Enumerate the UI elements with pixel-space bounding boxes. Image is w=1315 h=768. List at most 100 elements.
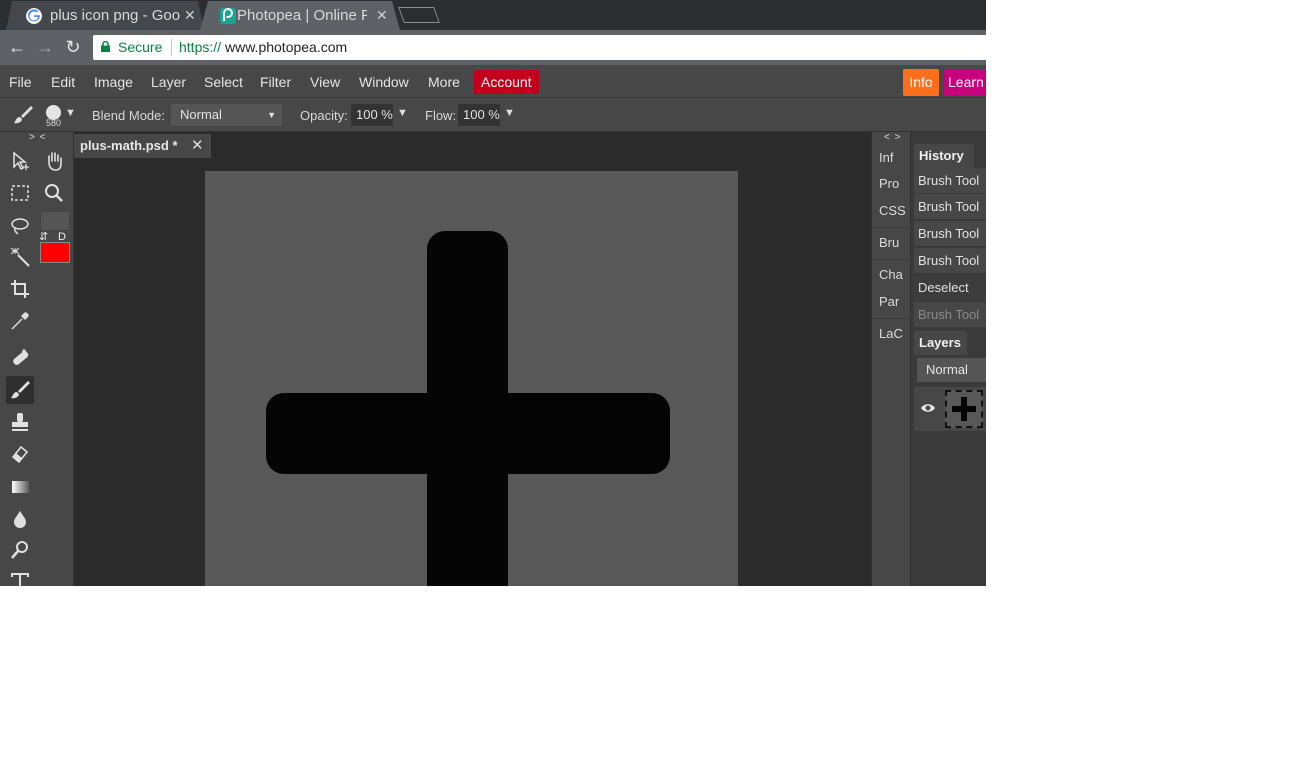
lock-icon [101,41,110,52]
secure-label: Secure [118,39,163,55]
menu-more[interactable]: More [428,74,460,90]
close-icon[interactable]: ✕ [376,7,388,24]
panel-brush-button[interactable]: Bru [879,235,899,250]
screen: plus icon png - Goo ✕ Photopea | Online … [0,0,986,586]
history-item[interactable]: Brush Tool [914,221,986,247]
history-item[interactable]: Brush Tool [914,194,986,220]
menu-window[interactable]: Window [359,74,409,90]
menu-select[interactable]: Select [204,74,243,90]
crop-tool-icon[interactable] [6,275,34,303]
layers-tab[interactable]: Layers [914,331,967,355]
lasso-tool-icon[interactable] [6,212,34,240]
url-host: www.photopea.com [225,39,348,55]
divider [171,39,172,56]
menubar: File Edit Image Layer Select Filter View… [0,65,986,98]
zoom-tool-icon[interactable] [40,179,68,207]
panel-properties-button[interactable]: Pro [879,176,899,191]
history-item[interactable]: Brush Tool [914,168,986,194]
layer-blend-mode-select[interactable]: Normal [917,358,986,382]
healing-tool-icon[interactable] [6,344,34,372]
layer-thumbnail [945,390,983,428]
tab-title: plus icon png - Goo [50,7,181,24]
back-button[interactable]: ← [5,36,29,60]
menu-edit[interactable]: Edit [51,74,75,90]
browser-tab-photopea[interactable]: Photopea | Online P ✕ [200,1,400,30]
info-button[interactable]: Info [903,69,939,96]
history-item[interactable]: Brush Tool [914,248,986,274]
right-panel: History Brush Tool Brush Tool Brush Tool… [911,132,986,586]
account-button[interactable]: Account [474,70,539,94]
chevron-down-icon[interactable]: ▼ [504,107,515,119]
new-tab-button[interactable] [398,7,440,23]
forward-button[interactable]: → [33,36,57,60]
move-tool-icon[interactable] [6,147,34,175]
tool-options-bar: 580 ▼ Blend Mode: Normal ▼ Opacity: 100 … [0,99,986,132]
blend-mode-select[interactable]: Normal ▼ [171,104,282,126]
brush-tool-icon[interactable] [6,376,34,404]
close-icon[interactable]: ✕ [191,134,204,158]
layer-row[interactable] [914,387,986,431]
history-item-undone[interactable]: Brush Tool [914,302,986,328]
brush-icon [14,106,33,124]
foreground-color-swatch[interactable] [40,242,70,263]
close-icon[interactable]: ✕ [184,7,196,24]
document-tab[interactable]: plus-math.psd * ✕ [74,134,211,158]
collapse-toggle[interactable]: < > [884,132,901,143]
menu-image[interactable]: Image [94,74,133,90]
menu-filter[interactable]: Filter [260,74,291,90]
canvas[interactable] [205,171,738,586]
divider [872,318,910,319]
gradient-tool-icon[interactable] [6,473,34,501]
eyedropper-tool-icon[interactable] [6,307,34,335]
browser-tab-google[interactable]: plus icon png - Goo ✕ [6,1,204,30]
menu-view[interactable]: View [310,74,340,90]
dodge-tool-icon[interactable] [6,536,34,564]
opacity-input[interactable]: 100 % [351,104,393,126]
magic-wand-tool-icon[interactable] [6,243,34,271]
menu-layer[interactable]: Layer [151,74,186,90]
blend-mode-value: Normal [180,107,222,122]
tab-title: Photopea | Online P [237,7,367,24]
document-title: plus-math.psd * [80,138,178,153]
plus-shape-horizontal [266,393,670,474]
blend-mode-label: Blend Mode: [92,108,165,123]
tool-panel: > < ⇵ D [0,132,74,586]
address-bar[interactable]: Secure https:// www.photopea.com [93,35,986,60]
divider [872,227,910,228]
background-color-swatch[interactable] [40,211,70,231]
stamp-tool-icon[interactable] [6,408,34,436]
panel-css-button[interactable]: CSS [879,203,906,218]
panel-info-button[interactable]: Inf [879,150,893,165]
reload-button[interactable]: ↻ [61,36,85,60]
panel-dock: < > Inf Pro CSS Bru Cha Par LaC [871,132,911,586]
photopea-icon [220,8,236,24]
brush-size: 580 [46,118,62,128]
collapse-toggle[interactable]: > < [29,132,46,143]
panel-character-button[interactable]: Cha [879,267,903,282]
chevron-down-icon[interactable]: ▼ [65,107,76,119]
flow-input[interactable]: 100 % [458,104,500,126]
learn-button[interactable]: Learn [944,69,986,96]
marquee-tool-icon[interactable] [6,179,34,207]
browser-toolbar: ← → ↻ Secure https:// www.photopea.com [0,30,986,65]
url-scheme: https:// [179,39,222,55]
panel-paragraph-button[interactable]: Par [879,294,899,309]
document-area: plus-math.psd * ✕ [74,132,871,586]
history-tab[interactable]: History [914,144,974,168]
panel-layer-comps-button[interactable]: LaC [879,326,903,341]
google-g-icon [26,8,42,24]
chevron-down-icon[interactable]: ▼ [397,107,408,119]
divider [872,259,910,260]
chevron-down-icon: ▼ [267,110,276,120]
eye-icon[interactable] [920,402,936,414]
browser-tabstrip: plus icon png - Goo ✕ Photopea | Online … [0,0,986,30]
hand-tool-icon[interactable] [40,147,68,175]
flow-label: Flow: [425,108,457,123]
eraser-tool-icon[interactable] [6,440,34,468]
menu-file[interactable]: File [9,74,32,90]
opacity-label: Opacity: [300,108,348,123]
type-tool-icon[interactable] [6,568,34,586]
blur-tool-icon[interactable] [6,505,34,533]
plus-thumbnail-icon [952,397,976,421]
history-item-selected[interactable]: Deselect [914,275,986,301]
